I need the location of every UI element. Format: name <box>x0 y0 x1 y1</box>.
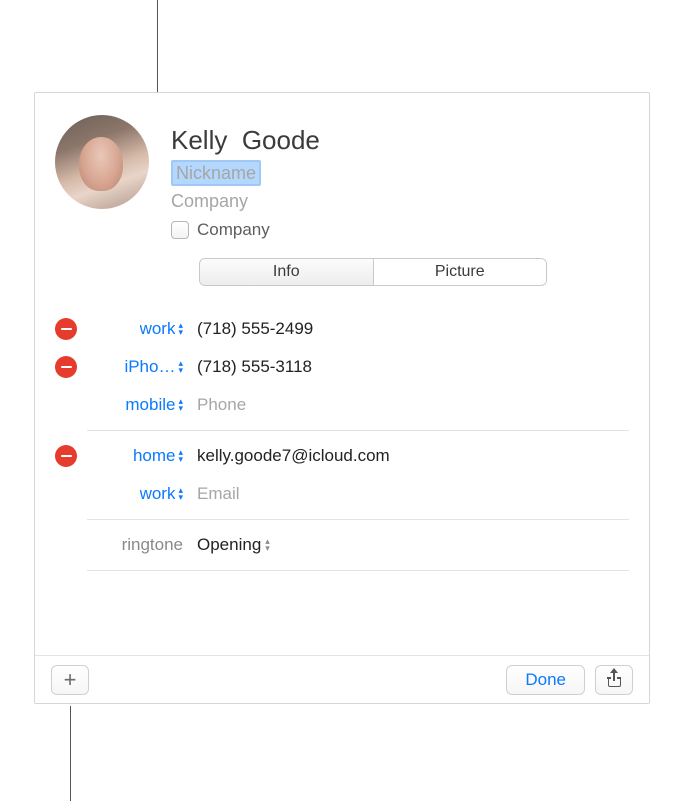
company-checkbox-row: Company <box>171 220 629 240</box>
tab-info[interactable]: Info <box>200 259 374 285</box>
stepper-icon: ▴▾ <box>265 538 270 552</box>
stepper-icon: ▴▾ <box>178 449 183 463</box>
phone-row: iPho… ▴▾ (718) 555-3118 <box>55 348 629 386</box>
phone-label-select[interactable]: iPho… ▴▾ <box>83 357 183 377</box>
company-field[interactable]: Company <box>171 191 629 212</box>
email-label: home <box>133 446 176 466</box>
add-field-button[interactable]: + <box>51 665 89 695</box>
divider <box>87 570 629 571</box>
stepper-icon: ▴▾ <box>178 360 183 374</box>
email-row: home ▴▾ kelly.goode7@icloud.com <box>55 437 629 475</box>
company-checkbox[interactable] <box>171 221 189 239</box>
ringtone-value: Opening <box>197 535 261 555</box>
share-icon <box>608 672 621 687</box>
share-button[interactable] <box>595 665 633 695</box>
minus-icon <box>61 455 72 458</box>
fields-list: work ▴▾ (718) 555-2499 iPho… ▴▾ (718) 55… <box>35 300 649 571</box>
remove-button[interactable] <box>55 318 77 340</box>
email-label-select[interactable]: work ▴▾ <box>83 484 183 504</box>
callout-line-bottom <box>70 706 71 801</box>
email-label: work <box>140 484 176 504</box>
last-name-field[interactable]: Goode <box>242 125 320 155</box>
info-picture-segmented: Info Picture <box>199 258 547 286</box>
remove-button[interactable] <box>55 356 77 378</box>
phone-label-select[interactable]: work ▴▾ <box>83 319 183 339</box>
header-area: Kelly Goode Nickname Company Company <box>35 93 649 250</box>
stepper-icon: ▴▾ <box>178 322 183 336</box>
stepper-icon: ▴▾ <box>178 398 183 412</box>
footer-toolbar: + Done <box>35 655 649 703</box>
email-label-select[interactable]: home ▴▾ <box>83 446 183 466</box>
email-value[interactable]: kelly.goode7@icloud.com <box>197 446 629 466</box>
divider <box>87 430 629 431</box>
avatar[interactable] <box>55 115 149 209</box>
ringtone-row: ringtone Opening ▴▾ <box>55 526 629 564</box>
contact-edit-window: Kelly Goode Nickname Company Company Inf… <box>34 92 650 704</box>
phone-label-select[interactable]: mobile ▴▾ <box>83 395 183 415</box>
minus-icon <box>61 366 72 369</box>
remove-button[interactable] <box>55 445 77 467</box>
done-button[interactable]: Done <box>506 665 585 695</box>
phone-label: iPho… <box>124 357 175 377</box>
phone-value[interactable]: (718) 555-3118 <box>197 357 629 377</box>
nickname-field[interactable]: Nickname <box>171 160 261 186</box>
stepper-icon: ▴▾ <box>178 487 183 501</box>
ringtone-select[interactable]: Opening ▴▾ <box>197 535 270 555</box>
name-line[interactable]: Kelly Goode <box>171 125 629 156</box>
tab-picture[interactable]: Picture <box>374 259 547 285</box>
phone-row: mobile ▴▾ Phone <box>55 386 629 424</box>
fade-overlay <box>35 639 649 655</box>
plus-icon: + <box>64 669 77 691</box>
phone-placeholder[interactable]: Phone <box>197 395 629 415</box>
email-row: work ▴▾ Email <box>55 475 629 513</box>
email-placeholder[interactable]: Email <box>197 484 629 504</box>
company-checkbox-label: Company <box>197 220 270 240</box>
minus-icon <box>61 328 72 331</box>
header-fields: Kelly Goode Nickname Company Company <box>171 111 629 240</box>
phone-value[interactable]: (718) 555-2499 <box>197 319 629 339</box>
divider <box>87 519 629 520</box>
phone-label: work <box>140 319 176 339</box>
phone-row: work ▴▾ (718) 555-2499 <box>55 310 629 348</box>
ringtone-label: ringtone <box>83 535 183 555</box>
first-name-field[interactable]: Kelly <box>171 125 227 155</box>
phone-label: mobile <box>125 395 175 415</box>
